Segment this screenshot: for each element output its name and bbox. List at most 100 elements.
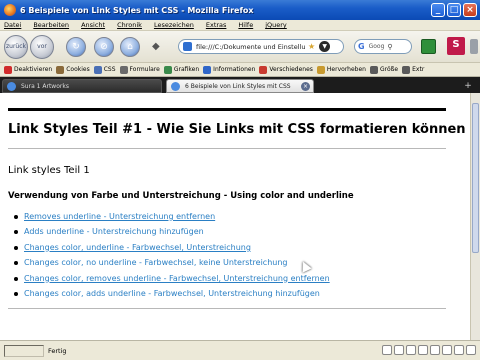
status-addon-icon[interactable] xyxy=(454,345,464,355)
toolbar-overflow-icon[interactable] xyxy=(470,39,478,54)
addon-green-icon[interactable] xyxy=(421,39,436,54)
status-addon-icon[interactable] xyxy=(382,345,392,355)
link-change-color-underline[interactable]: Changes color, underline - Farbwechsel, … xyxy=(14,242,330,257)
css-icon xyxy=(93,65,102,74)
tab-link-styles[interactable]: 6 Beispiele von Link Styles mit CSS × xyxy=(166,79,314,93)
page-favicon-icon xyxy=(183,42,192,51)
navigation-toolbar: zurück vor ↻ ⊘ ⌂ ◆ file:///C:/Dokumente … xyxy=(0,31,480,63)
divider xyxy=(8,148,446,149)
search-icon[interactable]: ⚲ xyxy=(387,43,392,51)
home-button[interactable]: ⌂ xyxy=(120,37,140,57)
pencil-icon xyxy=(316,65,325,74)
bookmark-label: Größe xyxy=(379,66,399,73)
addon-s-button[interactable]: S xyxy=(447,37,465,55)
bookmark-label: Informationen xyxy=(213,66,256,73)
window-controls: _ □ × xyxy=(431,3,477,17)
menu-bar: Datei Bearbeiten Ansicht Chronik Lesezei… xyxy=(0,20,480,31)
status-addon-icon[interactable] xyxy=(406,345,416,355)
image-icon xyxy=(163,65,172,74)
search-box[interactable]: G Goog ⚲ xyxy=(354,39,412,54)
forward-button[interactable]: vor xyxy=(30,35,54,59)
status-addon-icon[interactable] xyxy=(394,345,404,355)
status-addon-icon[interactable] xyxy=(418,345,428,355)
bookmark-label: Cookies xyxy=(66,66,90,73)
status-indicator xyxy=(4,344,44,357)
address-bar[interactable]: file:///C:/Dokumente und Einstellu ★ ▼ xyxy=(178,39,344,54)
maximize-button[interactable]: □ xyxy=(447,3,461,17)
reload-button[interactable]: ↻ xyxy=(66,37,86,57)
link-add-underline[interactable]: Adds underline - Unterstreichung hinzufü… xyxy=(14,226,330,241)
stop-button[interactable]: ⊘ xyxy=(94,37,114,57)
bookmark-label: Grafiken xyxy=(173,66,200,73)
bookmark-extr[interactable]: Extr xyxy=(402,65,425,74)
info-icon xyxy=(203,65,212,74)
menu-hilfe[interactable]: Hilfe xyxy=(238,21,253,29)
bookmark-formulare[interactable]: Formulare xyxy=(119,65,160,74)
tab-close-icon[interactable]: × xyxy=(301,82,310,91)
bookmark-css[interactable]: CSS xyxy=(93,65,116,74)
top-rule xyxy=(8,108,446,111)
bookmark-cookies[interactable]: Cookies xyxy=(56,65,90,74)
menu-chronik[interactable]: Chronik xyxy=(117,21,142,29)
bookmark-label: Extr xyxy=(412,66,425,73)
page-heading: Link Styles Teil #1 - Wie Sie Links mit … xyxy=(8,122,466,137)
new-tab-icon[interactable]: + xyxy=(462,80,474,92)
link-remove-underline[interactable]: Removes underline - Unterstreichung entf… xyxy=(14,211,330,226)
title-bar: 6 Beispiele von Link Styles mit CSS - Mo… xyxy=(0,0,480,20)
bookmark-informationen[interactable]: Informationen xyxy=(203,65,256,74)
bookmark-label: CSS xyxy=(103,66,116,73)
menu-datei[interactable]: Datei xyxy=(4,21,21,29)
bookmark-deaktivieren[interactable]: Deaktivieren xyxy=(4,65,53,74)
link-change-color-remove-underline[interactable]: Changes color, removes underline - Farbw… xyxy=(14,273,330,288)
dropdown-arrow-icon[interactable]: ▼ xyxy=(319,41,331,52)
browser-window: 6 Beispiele von Link Styles mit CSS - Mo… xyxy=(0,0,480,360)
menu-bearbeiten[interactable]: Bearbeiten xyxy=(33,21,69,29)
bottom-divider xyxy=(8,308,446,309)
cookie-icon xyxy=(56,65,65,74)
vertical-scrollbar[interactable] xyxy=(470,93,480,340)
search-engine-icon[interactable]: G xyxy=(358,42,365,51)
bookmark-label: Verschiedenes xyxy=(269,66,313,73)
bookmark-star-icon[interactable]: ★ xyxy=(308,42,315,51)
status-text: Fertig xyxy=(48,346,67,355)
gem-icon[interactable]: ◆ xyxy=(152,41,164,53)
status-addon-icon[interactable] xyxy=(442,345,452,355)
page-content: Link Styles Teil #1 - Wie Sie Links mit … xyxy=(0,93,470,340)
url-text[interactable]: file:///C:/Dokumente und Einstellu xyxy=(196,43,306,51)
status-addon-icon[interactable] xyxy=(466,345,476,355)
bookmark-grö-e[interactable]: Größe xyxy=(369,65,399,74)
bookmark-verschiedenes[interactable]: Verschiedenes xyxy=(259,65,313,74)
forbidden-icon xyxy=(4,65,12,74)
status-icons xyxy=(382,345,476,355)
search-input[interactable]: Goog xyxy=(369,43,385,50)
menu-extras[interactable]: Extras xyxy=(206,21,227,29)
section-title: Verwendung von Farbe und Unterstreichung… xyxy=(8,191,354,201)
tab-bar: Sura 1 Artworks 6 Beispiele von Link Sty… xyxy=(0,77,480,93)
bookmark-label: Deaktivieren xyxy=(14,66,53,73)
window-title: 6 Beispiele von Link Styles mit CSS - Mo… xyxy=(20,5,254,15)
scrollbar-thumb[interactable] xyxy=(472,103,479,253)
home-icon: ⌂ xyxy=(127,42,133,52)
tab-favicon-icon xyxy=(7,82,16,91)
minimize-button[interactable]: _ xyxy=(431,3,445,17)
menu-ansicht[interactable]: Ansicht xyxy=(81,21,105,29)
bookmarks-toolbar: Deaktivieren Cookies CSS Formulare Grafiken I… xyxy=(0,63,480,77)
tab-sura-artworks[interactable]: Sura 1 Artworks xyxy=(2,79,162,93)
bookmark-label: Formulare xyxy=(129,66,160,73)
bookmark-hervorheben[interactable]: Hervorheben xyxy=(316,65,366,74)
link-change-color-add-underline[interactable]: Changes color, adds underline - Farbwech… xyxy=(14,288,330,303)
form-icon xyxy=(119,65,128,74)
bookmark-grafiken[interactable]: Grafiken xyxy=(163,65,200,74)
menu-lesezeichen[interactable]: Lesezeichen xyxy=(154,21,194,29)
resize-icon xyxy=(369,65,378,74)
tab-favicon-icon xyxy=(171,82,180,91)
tab-label: Sura 1 Artworks xyxy=(21,82,69,90)
status-bar: Fertig xyxy=(0,340,480,360)
status-addon-icon[interactable] xyxy=(430,345,440,355)
menu-jquery[interactable]: jQuery xyxy=(265,21,287,29)
tools-icon xyxy=(402,65,411,74)
back-button[interactable]: zurück xyxy=(4,35,28,59)
close-button[interactable]: × xyxy=(463,3,477,17)
sub-heading: Link styles Teil 1 xyxy=(8,165,90,176)
link-change-color-no-underline[interactable]: Changes color, no underline - Farbwechse… xyxy=(14,257,330,272)
